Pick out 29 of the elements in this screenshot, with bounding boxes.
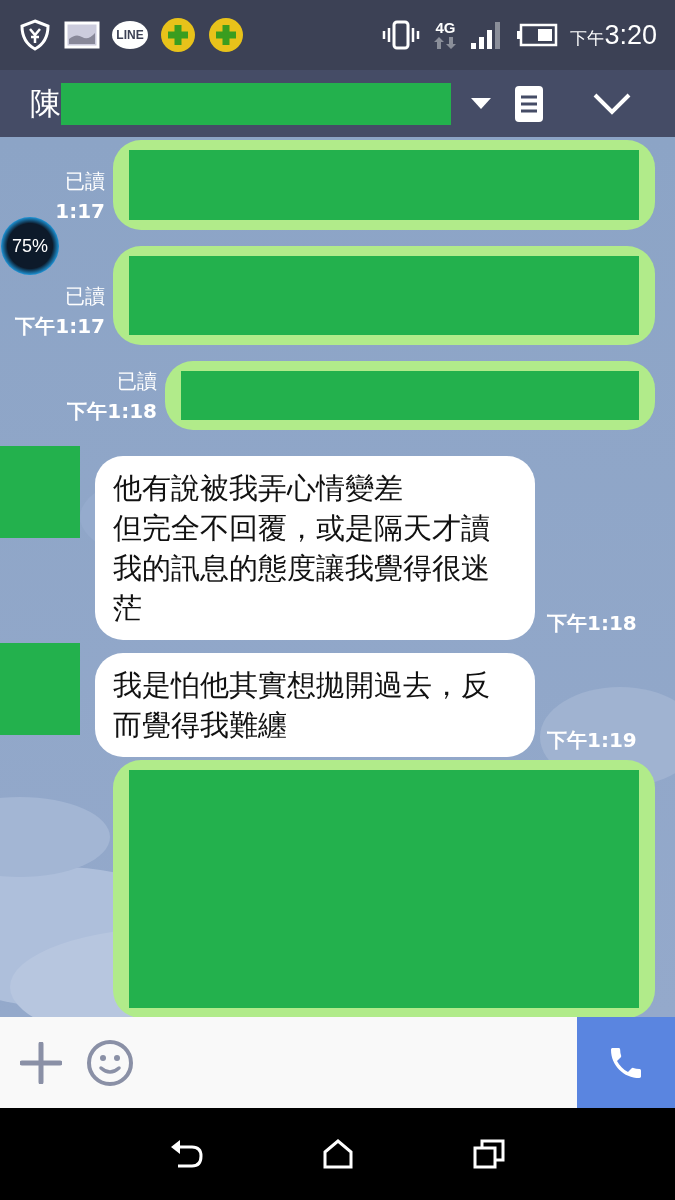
- chevron-down-icon[interactable]: [593, 92, 631, 115]
- battery-icon: [516, 23, 559, 47]
- call-button[interactable]: [577, 1017, 675, 1108]
- read-receipt: 已讀: [117, 368, 157, 395]
- timestamp: 下午1:18: [67, 398, 157, 425]
- notes-icon[interactable]: [515, 85, 543, 122]
- clock: 下午3:20: [570, 19, 657, 51]
- vibrate-icon: [382, 20, 421, 50]
- emoji-icon[interactable]: [86, 1038, 134, 1087]
- timestamp: 下午1:17: [15, 313, 105, 340]
- timestamp: 下午1:18: [547, 610, 637, 637]
- caret-icon[interactable]: [471, 97, 491, 110]
- plus-icon[interactable]: [20, 1041, 62, 1084]
- network-type: 4G: [435, 20, 456, 36]
- plus-circle-icon: [160, 17, 196, 53]
- home-icon[interactable]: [323, 1139, 354, 1169]
- shield-icon: [18, 18, 52, 52]
- read-receipt: 已讀: [65, 283, 105, 310]
- read-receipt: 已讀: [65, 168, 105, 195]
- image-icon: [64, 21, 100, 49]
- timestamp: 下午1:19: [547, 727, 637, 754]
- message-text: 我是怕他其實想拋開過去，反而覺得我難纏: [113, 667, 491, 744]
- back-icon[interactable]: [169, 1139, 204, 1169]
- chat-bubble-icon: LINE: [112, 21, 148, 49]
- recent-apps-icon[interactable]: [473, 1139, 506, 1169]
- data-arrows-icon: [432, 36, 459, 50]
- message-text: 他有說被我弄心情變差 但完全不回覆，或是隔天才讀我的訊息的態度讓我覺得很迷茫: [113, 470, 491, 627]
- plus-circle-icon: [208, 17, 244, 53]
- chat-title: 陳: [30, 83, 61, 123]
